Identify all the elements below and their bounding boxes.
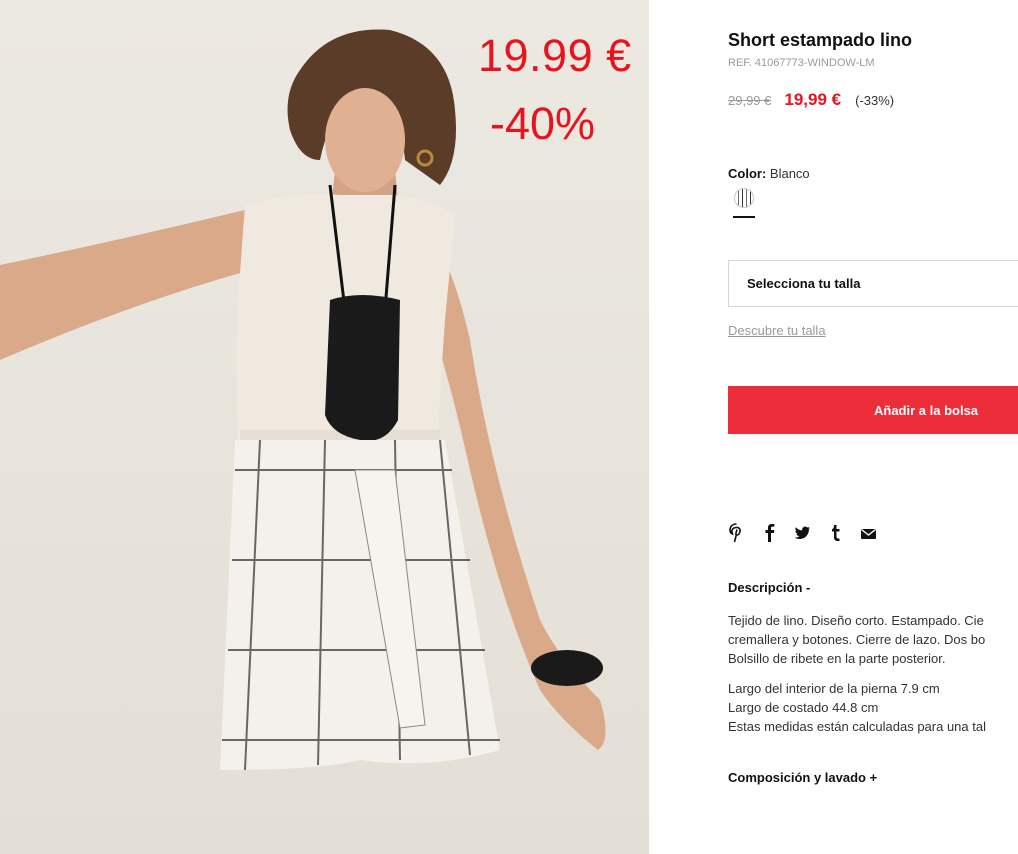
color-swatch-blanco[interactable] [734,188,754,208]
description-line: Bolsillo de ribete en la parte posterior… [728,651,946,666]
price-row: 29,99 € 19,99 € (-33%) [728,90,894,110]
size-guide-link[interactable]: Descubre tu talla [728,323,826,338]
color-value: Blanco [769,166,810,181]
promo-discount-overlay: -40% [490,98,596,149]
description-line: Estas medidas están calculadas para una … [728,719,986,734]
tumblr-icon[interactable] [827,523,844,543]
composition-toggle[interactable]: Composición y lavado + [728,770,877,785]
product-photo[interactable]: 19.99 € -40% [0,0,649,854]
description-line: Largo del interior de la pierna 7.9 cm [728,681,940,696]
twitter-icon[interactable] [794,523,811,543]
selected-swatch-indicator [733,216,755,218]
email-icon[interactable] [860,523,877,543]
social-share-bar [728,523,877,543]
product-title: Short estampado lino [728,30,913,50]
original-price: 29,99 € [728,93,772,108]
description-line: cremallera y botones. Cierre de lazo. Do… [728,632,986,647]
sale-price: 19,99 € [784,90,842,109]
promo-price-overlay: 19.99 € [478,30,632,81]
add-to-bag-label: Añadir a la bolsa [874,402,979,418]
description-line: Tejido de lino. Diseño corto. Estampado.… [728,613,984,628]
add-to-bag-button[interactable]: Añadir a la bolsa [728,386,1018,434]
description-toggle[interactable]: Descripción - [728,580,810,595]
size-select-label: Selecciona tu talla [747,276,861,291]
description-paragraph-2: Largo del interior de la pierna 7.9 cm L… [728,679,986,736]
color-label-row: Color: Blanco [728,166,810,181]
product-details-panel: Short estampado lino REF. 41067773-WINDO… [728,0,1018,854]
discount-percentage: (-33%) [855,93,895,108]
product-reference: REF. 41067773-WINDOW-LM [728,57,875,69]
facebook-icon[interactable] [761,523,778,543]
pinterest-icon[interactable] [728,523,745,543]
size-select-dropdown[interactable]: Selecciona tu talla [728,260,1018,307]
description-line: Largo de costado 44.8 cm [728,700,879,715]
color-label: Color: [728,166,767,181]
description-paragraph-1: Tejido de lino. Diseño corto. Estampado.… [728,611,985,668]
